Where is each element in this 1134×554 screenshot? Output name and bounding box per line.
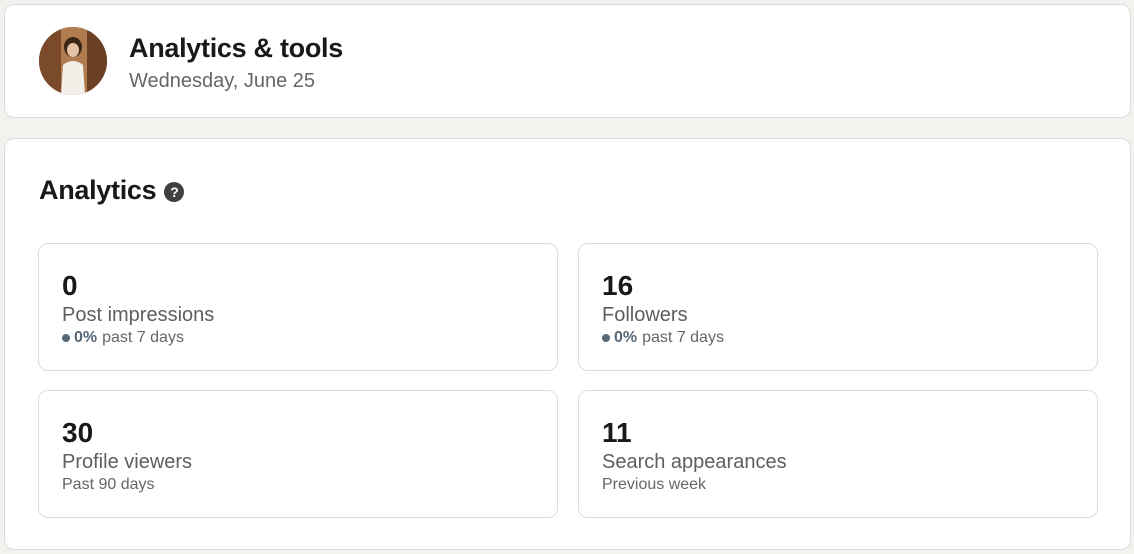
trend-period: past 7 days [102,329,184,346]
metric-card-search-appearances[interactable]: 11 Search appearances Previous week [578,390,1098,518]
question-circle-icon[interactable]: ? [164,181,185,202]
metric-label: Followers [602,304,688,326]
trend-percentage: 0% [74,329,98,346]
analytics-heading: Analytics ? [39,175,185,206]
profile-header-card: Analytics & tools Wednesday, June 25 [4,4,1131,118]
metric-label: Profile viewers [62,451,193,473]
avatar[interactable] [39,27,107,95]
metric-card-profile-viewers[interactable]: 30 Profile viewers Past 90 days [38,390,558,518]
metric-period: Past 90 days [62,476,155,493]
metric-card-followers[interactable]: 16 Followers 0% past 7 days [578,243,1098,371]
metric-label: Search appearances [602,451,787,473]
metric-label: Post impressions [62,304,215,326]
metric-trend: 0% past 7 days [602,329,724,347]
metric-value: 0 [62,270,78,301]
metric-period: Previous week [602,476,707,493]
trend-percentage: 0% [614,329,638,346]
trend-dot-icon [602,334,610,342]
trend-period: past 7 days [642,329,724,346]
metric-value: 11 [602,417,632,448]
current-date: Wednesday, June 25 [129,70,316,92]
metric-value: 16 [602,270,634,301]
analytics-title: Analytics [39,175,157,205]
metric-trend: 0% past 7 days [62,329,184,347]
page-title: Analytics & tools [129,33,343,63]
analytics-card: Analytics ? 0 Post impressions 0% past 7… [4,138,1131,550]
metric-value: 30 [62,417,94,448]
trend-dot-icon [62,334,70,342]
metric-card-post-impressions[interactable]: 0 Post impressions 0% past 7 days [38,243,558,371]
